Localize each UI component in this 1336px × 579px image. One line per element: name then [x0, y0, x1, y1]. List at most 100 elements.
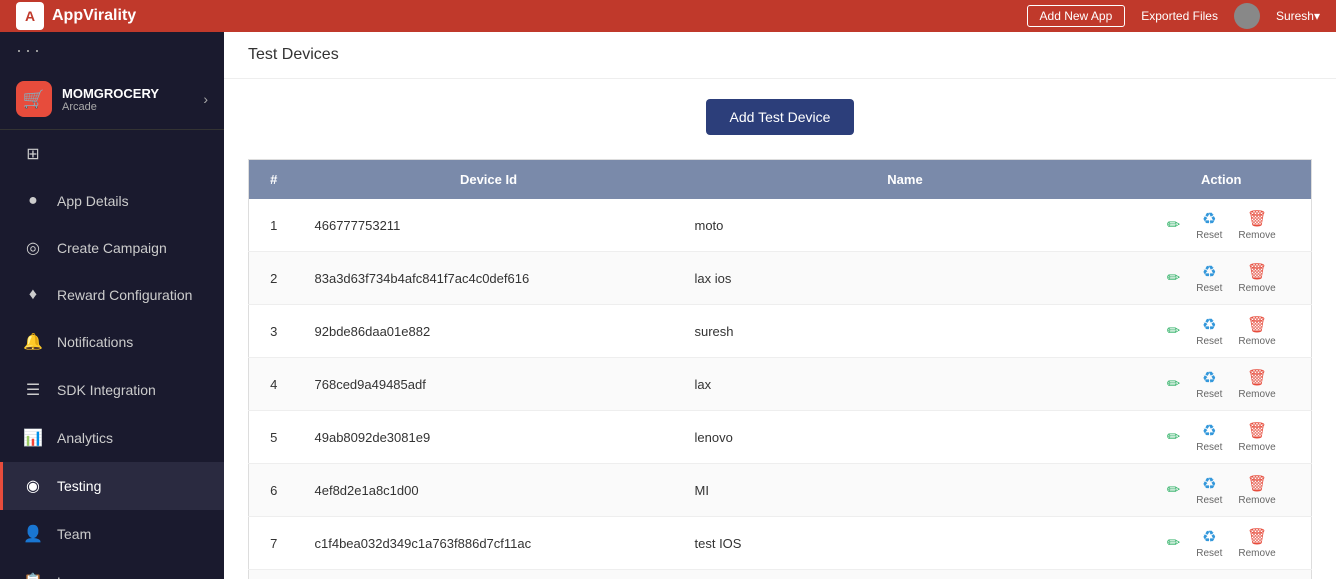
- remove-label: Remove: [1238, 389, 1275, 400]
- sidebar-item-label: Notifications: [57, 334, 133, 350]
- main-layout: ··· 🛒 MOMGROCERY Arcade › ⊞ ● App Detail…: [0, 32, 1336, 579]
- sidebar-item-team[interactable]: 👤 Team: [0, 510, 224, 558]
- content-body: Add Test Device # Device Id Name Action …: [224, 79, 1336, 579]
- reset-group[interactable]: ♻ Reset: [1196, 527, 1222, 559]
- row-device-id: c1f4bea032d349c1a763f886d7cf11ac: [299, 517, 679, 570]
- sdk-icon: ☰: [23, 380, 43, 400]
- sidebar-item-label: Testing: [57, 478, 101, 494]
- row-device-id: 4ef8d2e1a8c1d00: [299, 464, 679, 517]
- reset-group[interactable]: ♻ Reset: [1196, 474, 1222, 506]
- remove-label: Remove: [1238, 548, 1275, 559]
- top-header: A AppVirality Add New App Exported Files…: [0, 0, 1336, 32]
- table-row: 6 4ef8d2e1a8c1d00 MI ✏ ♻ Reset 🗑 Remove: [249, 464, 1312, 517]
- reset-icon: ♻: [1202, 315, 1216, 335]
- remove-group[interactable]: 🗑 Remove: [1238, 421, 1275, 453]
- row-action: ✏ ♻ Reset 🗑 Remove: [1132, 517, 1312, 570]
- row-num: 8: [249, 570, 299, 579]
- row-device-id: 92bde86daa01e882: [299, 305, 679, 358]
- row-num: 5: [249, 411, 299, 464]
- sidebar-app-section[interactable]: 🛒 MOMGROCERY Arcade ›: [0, 69, 224, 130]
- row-num: 4: [249, 358, 299, 411]
- reset-label: Reset: [1196, 336, 1222, 347]
- sidebar-item-reward-configuration[interactable]: ♦ Reward Configuration: [0, 272, 224, 318]
- grid-icon: ⊞: [23, 144, 43, 164]
- app-info: MOMGROCERY Arcade: [62, 86, 203, 113]
- row-num: 6: [249, 464, 299, 517]
- edit-button[interactable]: ✏: [1167, 480, 1180, 500]
- remove-group[interactable]: 🗑 Remove: [1238, 474, 1275, 506]
- reset-label: Reset: [1196, 283, 1222, 294]
- row-device-id: 466777753211: [299, 199, 679, 252]
- sidebar-item-notifications[interactable]: 🔔 Notifications: [0, 318, 224, 366]
- sidebar-item-logs[interactable]: 📋 Logs: [0, 558, 224, 579]
- app-icon: 🛒: [16, 81, 52, 117]
- row-action: ✏ ♻ Reset 🗑 Remove: [1132, 358, 1312, 411]
- reset-label: Reset: [1196, 495, 1222, 506]
- remove-icon: 🗑: [1247, 421, 1267, 441]
- row-action: ✏ ♻ Reset 🗑 Remove: [1132, 570, 1312, 579]
- exported-files-link[interactable]: Exported Files: [1141, 9, 1218, 23]
- remove-group[interactable]: 🗑 Remove: [1238, 368, 1275, 400]
- col-header-action: Action: [1132, 160, 1312, 200]
- edit-button[interactable]: ✏: [1167, 533, 1180, 553]
- app-sub: Arcade: [62, 101, 203, 113]
- edit-button[interactable]: ✏: [1167, 215, 1180, 235]
- row-num: 2: [249, 252, 299, 305]
- sidebar-item-sdk-integration[interactable]: ☰ SDK Integration: [0, 366, 224, 414]
- sidebar-item-grid[interactable]: ⊞: [0, 130, 224, 178]
- remove-group[interactable]: 🗑 Remove: [1238, 527, 1275, 559]
- add-test-device-button[interactable]: Add Test Device: [706, 99, 855, 135]
- logo-text: AppVirality: [52, 7, 136, 25]
- col-header-num: #: [249, 160, 299, 200]
- user-name[interactable]: Suresh▾: [1276, 9, 1320, 23]
- edit-button[interactable]: ✏: [1167, 321, 1180, 341]
- reset-icon: ♻: [1202, 209, 1216, 229]
- table-row: 1 466777753211 moto ✏ ♻ Reset 🗑 Remove: [249, 199, 1312, 252]
- remove-icon: 🗑: [1247, 474, 1267, 494]
- device-table: # Device Id Name Action 1 466777753211 m…: [248, 159, 1312, 579]
- remove-group[interactable]: 🗑 Remove: [1238, 209, 1275, 241]
- reset-group[interactable]: ♻ Reset: [1196, 421, 1222, 453]
- remove-label: Remove: [1238, 283, 1275, 294]
- remove-label: Remove: [1238, 442, 1275, 453]
- avatar[interactable]: [1234, 3, 1260, 29]
- row-name: moto: [679, 199, 1132, 252]
- sidebar-item-label: Analytics: [57, 430, 113, 446]
- reset-group[interactable]: ♻ Reset: [1196, 262, 1222, 294]
- edit-button[interactable]: ✏: [1167, 374, 1180, 394]
- sidebar-item-label: Reward Configuration: [57, 287, 192, 303]
- row-action: ✏ ♻ Reset 🗑 Remove: [1132, 464, 1312, 517]
- sidebar-item-label: Team: [57, 526, 91, 542]
- reset-group[interactable]: ♻ Reset: [1196, 368, 1222, 400]
- row-num: 3: [249, 305, 299, 358]
- row-device-id: 768ced9a49485adf: [299, 358, 679, 411]
- add-new-app-button[interactable]: Add New App: [1027, 5, 1126, 27]
- remove-group[interactable]: 🗑 Remove: [1238, 262, 1275, 294]
- sidebar-item-app-details[interactable]: ● App Details: [0, 178, 224, 224]
- row-num: 1: [249, 199, 299, 252]
- table-header-row: # Device Id Name Action: [249, 160, 1312, 200]
- reset-label: Reset: [1196, 389, 1222, 400]
- reset-label: Reset: [1196, 548, 1222, 559]
- add-btn-row: Add Test Device: [248, 99, 1312, 135]
- reset-label: Reset: [1196, 230, 1222, 241]
- row-action: ✏ ♻ Reset 🗑 Remove: [1132, 199, 1312, 252]
- sidebar-item-analytics[interactable]: 📊 Analytics: [0, 414, 224, 462]
- page-title: Test Devices: [248, 46, 1312, 64]
- notifications-icon: 🔔: [23, 332, 43, 352]
- reset-group[interactable]: ♻ Reset: [1196, 315, 1222, 347]
- row-action: ✏ ♻ Reset 🗑 Remove: [1132, 411, 1312, 464]
- reset-icon: ♻: [1202, 474, 1216, 494]
- row-name: MI: [679, 464, 1132, 517]
- edit-button[interactable]: ✏: [1167, 268, 1180, 288]
- sidebar-item-label: App Details: [57, 193, 129, 209]
- col-header-name: Name: [679, 160, 1132, 200]
- reset-label: Reset: [1196, 442, 1222, 453]
- remove-group[interactable]: 🗑 Remove: [1238, 315, 1275, 347]
- remove-icon: 🗑: [1247, 315, 1267, 335]
- edit-button[interactable]: ✏: [1167, 427, 1180, 447]
- remove-label: Remove: [1238, 495, 1275, 506]
- sidebar-item-create-campaign[interactable]: ◎ Create Campaign: [0, 224, 224, 272]
- reset-group[interactable]: ♻ Reset: [1196, 209, 1222, 241]
- sidebar-item-testing[interactable]: ◉ Testing: [0, 462, 224, 510]
